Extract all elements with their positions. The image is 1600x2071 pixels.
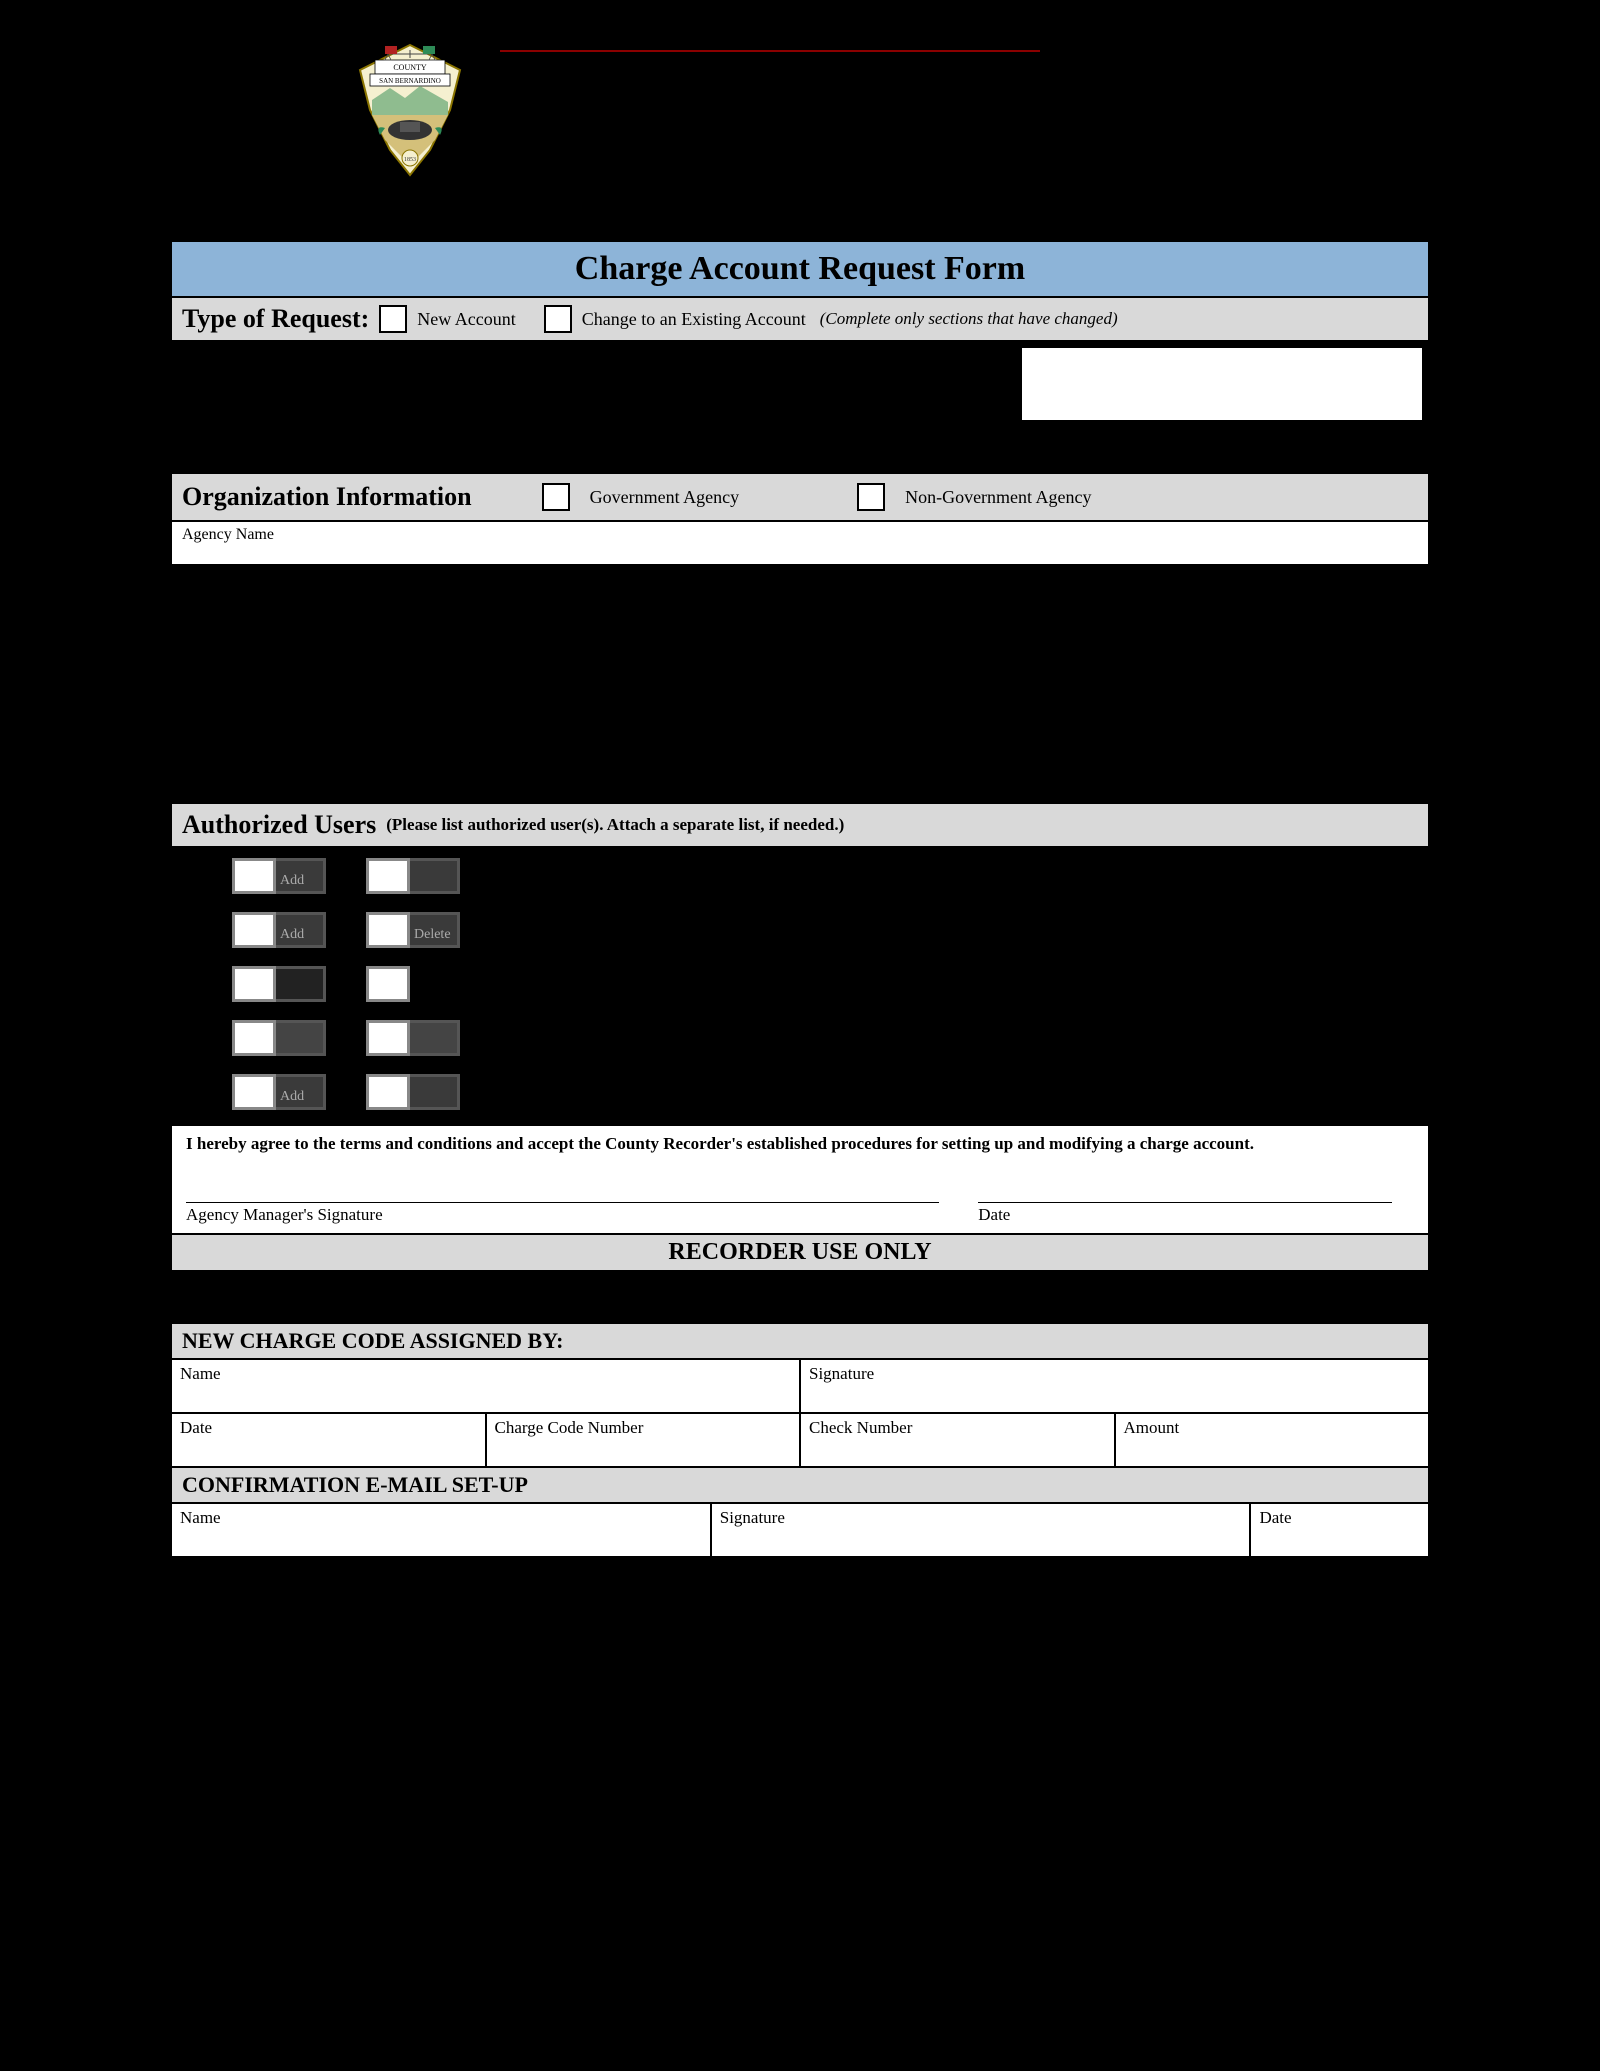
type-of-request-section: Type of Request: New Account Change to a… <box>170 298 1430 342</box>
new-account-checkbox[interactable] <box>379 305 407 333</box>
nongov-agency-label: Non-Government Agency <box>905 487 1091 508</box>
au-add-checkbox-1[interactable] <box>232 858 276 894</box>
header-title-area <box>500 40 1430 54</box>
ncc-code-cell[interactable]: Charge Code Number <box>487 1414 802 1466</box>
au-add-label <box>276 1020 326 1056</box>
auth-user-row-1: Add <box>232 858 1408 894</box>
new-code-row-2: Date Charge Code Number Check Number Amo… <box>170 1414 1430 1468</box>
svg-text:1853: 1853 <box>404 157 416 163</box>
au-add-checkbox-3[interactable] <box>232 966 276 1002</box>
ncc-signature-label: Signature <box>809 1364 874 1383</box>
existing-account-field[interactable] <box>1022 348 1422 420</box>
auth-users-title: Authorized Users <box>182 810 376 840</box>
org-info-header: Organization Information Government Agen… <box>170 472 1430 522</box>
au-delete-checkbox-4[interactable] <box>366 1020 410 1056</box>
change-existing-label: Change to an Existing Account <box>582 309 806 330</box>
type-of-request-label: Type of Request: <box>182 304 369 334</box>
ncc-name-cell[interactable]: Name <box>172 1360 801 1412</box>
au-add-label <box>276 966 326 1002</box>
agency-name-row: Agency Name <box>170 522 1430 566</box>
existing-account-area <box>170 342 1430 432</box>
confirm-date-cell[interactable]: Date <box>1251 1504 1428 1556</box>
agency-name-label: Agency Name <box>182 526 274 543</box>
au-delete-label <box>410 1074 460 1110</box>
recorder-use-only-header: RECORDER USE ONLY <box>170 1235 1430 1272</box>
auth-user-row-4 <box>232 1020 1408 1056</box>
au-delete-label <box>410 1020 460 1056</box>
gov-agency-checkbox[interactable] <box>542 483 570 511</box>
new-account-label: New Account <box>417 309 515 330</box>
au-delete-checkbox-1[interactable] <box>366 858 410 894</box>
au-add-checkbox-5[interactable] <box>232 1074 276 1110</box>
ncc-date-label: Date <box>180 1418 212 1437</box>
new-charge-code-header: NEW CHARGE CODE ASSIGNED BY: <box>170 1322 1430 1360</box>
au-add-checkbox-2[interactable] <box>232 912 276 948</box>
ncc-signature-cell[interactable]: Signature <box>801 1360 1428 1412</box>
ncc-amount-label: Amount <box>1124 1418 1180 1437</box>
date-line[interactable] <box>978 1202 1392 1203</box>
auth-user-row-2: Add Delete <box>232 912 1408 948</box>
org-info-body <box>170 566 1430 802</box>
spacer-1 <box>170 432 1430 472</box>
org-info-title: Organization Information <box>182 482 472 512</box>
auth-users-header: Authorized Users (Please list authorized… <box>170 802 1430 848</box>
form-title: Charge Account Request Form <box>170 240 1430 298</box>
signature-label: Agency Manager's Signature <box>186 1205 978 1225</box>
au-add-checkbox-4[interactable] <box>232 1020 276 1056</box>
auth-user-row-5: Add <box>232 1074 1408 1110</box>
ncc-amount-cell[interactable]: Amount <box>1116 1414 1429 1466</box>
confirm-signature-cell[interactable]: Signature <box>712 1504 1252 1556</box>
ncc-date-cell[interactable]: Date <box>172 1414 487 1466</box>
ncc-code-label: Charge Code Number <box>495 1418 644 1437</box>
auth-users-subtitle: (Please list authorized user(s). Attach … <box>386 815 844 835</box>
gov-agency-label: Government Agency <box>590 487 739 508</box>
spacer-2 <box>170 1272 1430 1322</box>
svg-text:COUNTY: COUNTY <box>393 63 427 72</box>
header-divider <box>500 50 1040 52</box>
page-header: COUNTY SAN BERNARDINO <box>170 40 1430 180</box>
county-seal-icon: COUNTY SAN BERNARDINO <box>350 40 470 180</box>
confirm-row: Name Signature Date <box>170 1504 1430 1558</box>
confirm-signature-label: Signature <box>720 1508 785 1527</box>
au-add-label: Add <box>276 912 326 948</box>
auth-user-row-3 <box>232 966 1408 1002</box>
agreement-section: I hereby agree to the terms and conditio… <box>170 1126 1430 1235</box>
au-delete-label: Delete <box>410 912 460 948</box>
nongov-agency-checkbox[interactable] <box>857 483 885 511</box>
au-add-label: Add <box>276 858 326 894</box>
au-delete-label <box>410 858 460 894</box>
au-add-label: Add <box>276 1074 326 1110</box>
confirm-date-label: Date <box>1259 1508 1291 1527</box>
auth-users-body: Add Add Delete Add <box>170 848 1430 1126</box>
confirm-name-cell[interactable]: Name <box>172 1504 712 1556</box>
au-delete-checkbox-3[interactable] <box>366 966 410 1002</box>
agreement-text: I hereby agree to the terms and conditio… <box>186 1134 1414 1154</box>
ncc-name-label: Name <box>180 1364 221 1383</box>
svg-text:SAN BERNARDINO: SAN BERNARDINO <box>379 77 441 85</box>
change-existing-checkbox[interactable] <box>544 305 572 333</box>
confirmation-email-header: CONFIRMATION E-MAIL SET-UP <box>170 1468 1430 1504</box>
ncc-check-label: Check Number <box>809 1418 912 1437</box>
confirm-name-label: Name <box>180 1508 221 1527</box>
change-existing-note: (Complete only sections that have change… <box>820 309 1118 329</box>
au-delete-checkbox-5[interactable] <box>366 1074 410 1110</box>
au-delete-checkbox-2[interactable] <box>366 912 410 948</box>
date-label: Date <box>978 1205 1414 1225</box>
new-code-row-1: Name Signature <box>170 1360 1430 1414</box>
ncc-check-cell[interactable]: Check Number <box>801 1414 1116 1466</box>
signature-line[interactable] <box>186 1202 939 1203</box>
